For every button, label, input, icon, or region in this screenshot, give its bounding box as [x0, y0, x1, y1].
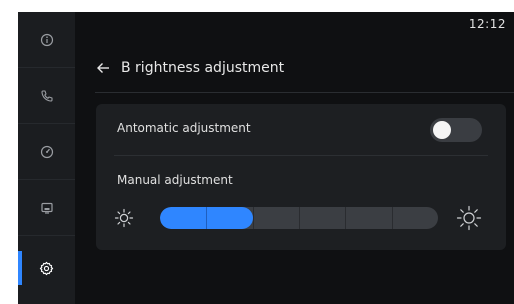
- slider-segment-divider: [392, 207, 393, 229]
- sidebar-item-display[interactable]: [18, 180, 75, 236]
- card-divider: [114, 155, 488, 156]
- sidebar: [18, 12, 75, 304]
- brightness-card: Antomatic adjustment Manual adjustment: [96, 104, 506, 250]
- header-divider: [95, 92, 514, 93]
- slider-segment-divider: [345, 207, 346, 229]
- brightness-slider[interactable]: [160, 207, 438, 229]
- slider-segment-divider: [206, 207, 207, 229]
- toggle-knob: [433, 121, 451, 139]
- slider-segment-divider: [253, 207, 254, 229]
- gauge-icon: [40, 145, 53, 159]
- sidebar-item-phone[interactable]: [18, 68, 75, 124]
- page-header: B rightness adjustment: [95, 56, 284, 80]
- main-panel: 12:12 B rightness adjustment Antomatic a…: [75, 12, 514, 304]
- sidebar-item-info[interactable]: [18, 12, 75, 68]
- sun-small-icon[interactable]: [114, 208, 134, 228]
- automatic-adjustment-label: Antomatic adjustment: [117, 121, 251, 135]
- sidebar-item-settings[interactable]: [18, 240, 75, 296]
- gear-icon: [39, 261, 54, 275]
- page-title: B rightness adjustment: [121, 60, 285, 76]
- phone-icon: [40, 90, 53, 102]
- automatic-adjustment-toggle[interactable]: [430, 118, 482, 142]
- sun-large-icon[interactable]: [456, 205, 482, 231]
- display-screen: 12:12 B rightness adjustment Antomatic a…: [18, 12, 514, 304]
- screen-icon: [40, 202, 53, 214]
- info-circle-icon: [40, 33, 53, 47]
- arrow-left-icon[interactable]: [95, 60, 111, 76]
- status-time: 12:12: [468, 17, 506, 31]
- manual-adjustment-label: Manual adjustment: [117, 173, 233, 187]
- sidebar-item-dashboard[interactable]: [18, 124, 75, 180]
- slider-segment-divider: [299, 207, 300, 229]
